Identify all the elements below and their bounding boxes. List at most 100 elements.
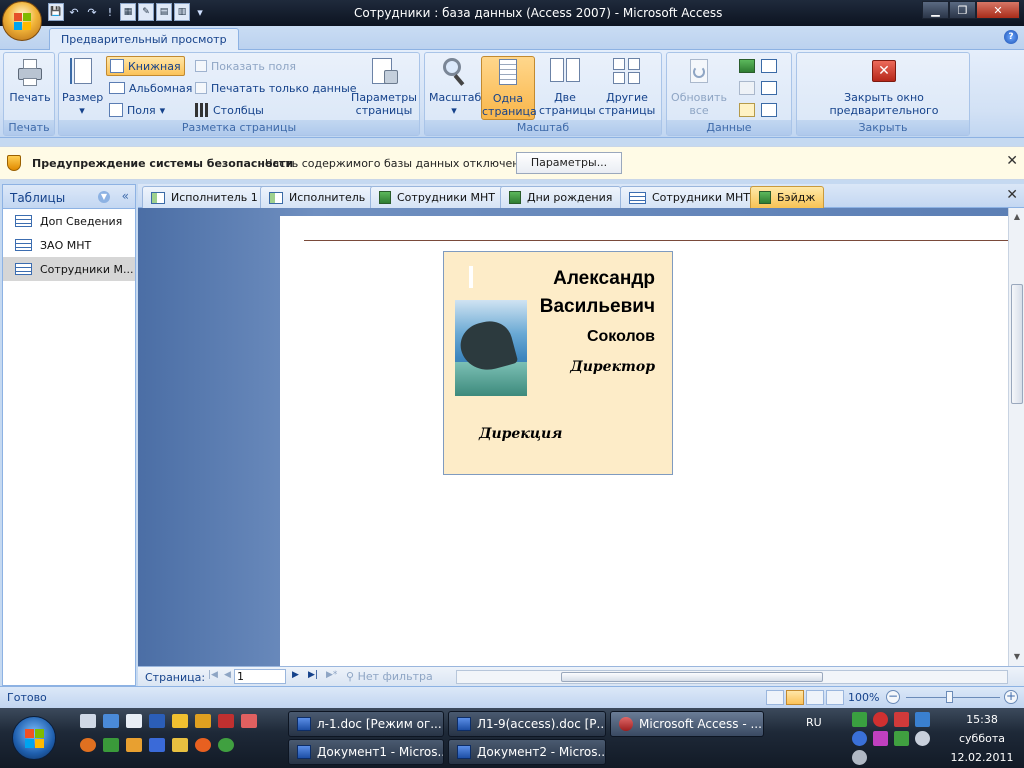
tab-document[interactable]: Исполнитель 1 [142,186,267,208]
export-snapshot-icon[interactable] [739,103,755,117]
refresh-all-button[interactable]: Обновить все [669,56,729,117]
nav-item-table[interactable]: Сотрудники М... [3,257,135,281]
app-icon[interactable] [241,714,257,728]
folder-icon[interactable] [195,714,211,728]
tab-document[interactable]: Исполнитель [260,186,375,208]
two-pages-button[interactable]: Две страницы [539,56,596,117]
office-button[interactable] [2,1,42,41]
tray-icon[interactable] [852,712,867,727]
folder-icon[interactable] [172,738,188,752]
tray-icon[interactable] [852,750,867,765]
tray-icon[interactable] [894,731,909,746]
tray-icon[interactable] [873,712,888,727]
zoom-button[interactable]: Масштаб ▾ [429,56,481,117]
close-icon[interactable]: ✕ [1006,187,1018,203]
explorer-icon[interactable] [103,714,119,728]
navigation-pane-header[interactable]: Таблицы ▼ « [3,185,135,209]
help-icon[interactable]: ? [1004,30,1018,44]
one-page-button[interactable]: Одна страница [481,56,537,120]
prev-page-icon[interactable]: ◀ [224,670,231,680]
tab-print-preview[interactable]: Предварительный просмотр [49,28,239,50]
tab-document[interactable]: Сотрудники МНТ [370,186,505,208]
show-desktop-icon[interactable] [80,714,96,728]
export-more-icon[interactable] [761,103,777,117]
employee-photo [455,300,527,396]
network-icon[interactable] [915,712,930,727]
page-setup-button[interactable]: Параметры страницы [351,56,417,117]
next-page-icon[interactable]: ▶ [292,670,299,680]
columns-button[interactable]: Столбцы [192,100,267,120]
group-close: ✕ Закрыть окно предварительного просмотр… [796,52,970,136]
word-icon[interactable] [149,714,165,728]
zoom-out-icon[interactable]: − [886,690,900,704]
app-icon[interactable] [218,738,234,752]
scroll-thumb[interactable] [1011,284,1023,404]
export-access-icon[interactable] [739,81,755,95]
scroll-thumb[interactable] [561,672,823,682]
start-button[interactable] [12,716,56,760]
export-excel-icon[interactable] [739,59,755,73]
horizontal-scrollbar[interactable] [456,670,1008,684]
new-page-icon[interactable]: ▶* [326,670,337,680]
view-layout-icon[interactable] [806,690,824,705]
close-preview-button[interactable]: ✕ Закрыть окно предварительного просмотр… [799,56,969,130]
bluetooth-icon[interactable] [852,731,867,746]
print-button[interactable]: Печать [8,56,52,104]
scroll-down-icon[interactable]: ▼ [1012,652,1022,662]
print-preview-area[interactable]: Александр Васильевич Соколов Директор Ди… [138,208,1024,666]
show-margins-checkbox[interactable]: Показать поля [192,56,299,76]
chevron-down-icon[interactable]: ▼ [98,191,110,203]
firefox-icon[interactable] [80,738,96,752]
tray-icon[interactable] [873,731,888,746]
scroll-up-icon[interactable]: ▲ [1012,212,1022,222]
volume-icon[interactable] [915,731,930,746]
landscape-button[interactable]: Альбомная [106,78,195,98]
collapse-icon[interactable]: « [122,189,129,203]
save-app-icon[interactable] [218,714,234,728]
taskbar-button[interactable]: Документ1 - Micros... [288,739,444,765]
app-icon[interactable] [126,738,142,752]
last-page-icon[interactable]: ▶| [308,670,318,680]
tab-document[interactable]: Дни рождения [500,186,622,208]
close-icon[interactable]: ✕ [1006,153,1018,169]
app-icon[interactable] [149,738,165,752]
view-report-icon[interactable] [786,690,804,705]
maximize-button[interactable]: ❐ [949,1,976,19]
tray-icon[interactable] [894,712,909,727]
export-word-icon[interactable] [761,59,777,73]
export-text-icon[interactable] [761,81,777,95]
taskbar-button-active[interactable]: Microsoft Access - ... [610,711,764,737]
taskbar-button[interactable]: Документ2 - Micros... [448,739,606,765]
filter-status[interactable]: ⚲ Нет фильтра [346,670,433,683]
page-number-input[interactable]: 1 [234,669,286,684]
taskbar-button[interactable]: л-1.doc [Режим ог... [288,711,444,737]
folder-icon[interactable] [172,714,188,728]
vertical-scrollbar[interactable]: ▲ ▼ [1008,208,1024,666]
nav-item-table[interactable]: Доп Сведения [3,209,135,233]
app-icon[interactable] [195,738,211,752]
margins-button[interactable]: Поля ▾ [106,100,168,120]
document-tabs: Исполнитель 1 Исполнитель Сотрудники МНТ… [138,184,1024,208]
clock[interactable]: 15:38 суббота 12.02.2011 [940,710,1024,767]
taskbar-button[interactable]: Л1-9(access).doc [Р... [448,711,606,737]
excel-icon[interactable] [103,738,119,752]
view-design-icon[interactable] [826,690,844,705]
security-options-button[interactable]: Параметры... [516,152,622,174]
size-button[interactable]: Размер ▾ [62,56,103,117]
language-indicator[interactable]: RU [806,716,822,729]
zoom-slider-thumb[interactable] [946,691,953,703]
tab-document[interactable]: Сотрудники МНТ [620,186,760,208]
view-print-preview-icon[interactable] [766,690,784,705]
portrait-button[interactable]: Книжная [106,56,185,76]
zoom-slider-track[interactable] [906,697,1000,698]
minimize-button[interactable]: ▁ [922,1,949,19]
security-warning-message: Часть содержимого базы данных отключено [265,157,527,170]
app-icon[interactable] [126,714,142,728]
close-button[interactable]: ✕ [976,1,1020,19]
tab-document-active[interactable]: Бэйдж [750,186,825,208]
first-page-icon[interactable]: |◀ [208,670,218,680]
more-pages-button[interactable]: Другие страницы ▾ [595,56,659,130]
zoom-in-icon[interactable]: + [1004,690,1018,704]
print-data-only-checkbox[interactable]: Печатать только данные [192,78,360,98]
nav-item-table[interactable]: ЗАО МНТ [3,233,135,257]
